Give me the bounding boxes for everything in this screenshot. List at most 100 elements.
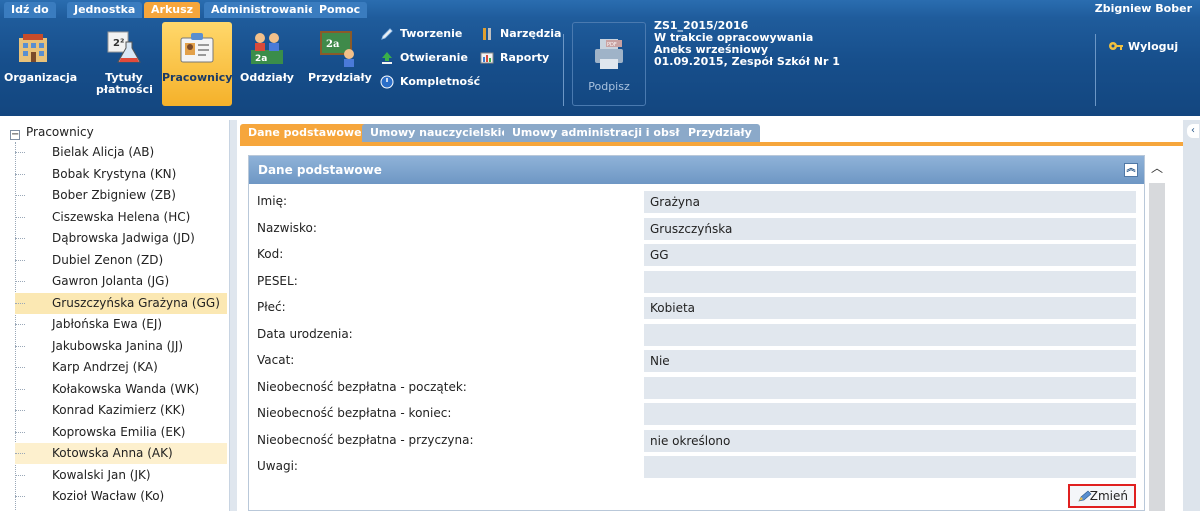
menu-idz-do[interactable]: Idź do xyxy=(4,2,56,18)
pencil-icon xyxy=(381,28,393,40)
tworzenie-button[interactable]: Tworzenie xyxy=(380,24,462,44)
field-label: Vacat: xyxy=(257,353,295,367)
tab-underline xyxy=(240,142,1185,146)
menu-administrowanie[interactable]: Administrowanie xyxy=(204,2,323,18)
logout-label: Wyloguj xyxy=(1128,40,1179,53)
tree-item[interactable]: Karp Andrzej (KA) xyxy=(15,357,227,378)
tree-item[interactable]: Bober Zbigniew (ZB) xyxy=(15,185,227,206)
expand-right-panel-icon[interactable]: ‹ xyxy=(1187,124,1199,138)
tree-item[interactable]: Koprowska Emilia (EK) xyxy=(15,422,227,443)
tab-przydzialy[interactable]: Przydziały xyxy=(680,124,760,142)
field-label: Nieobecność bezpłatna - początek: xyxy=(257,379,467,394)
tree-item[interactable]: Kozioł Wacław (Ko) xyxy=(15,486,227,507)
form-row: PESEL: xyxy=(257,270,1136,293)
panel-title: Dane podstawowe xyxy=(258,163,382,177)
field-value xyxy=(644,456,1136,478)
tworzenie-label: Tworzenie xyxy=(400,27,463,40)
menu-arkusz[interactable]: Arkusz xyxy=(144,2,201,18)
przydzialy-button[interactable]: 2a Przydziały xyxy=(308,22,372,106)
kompletnosc-button[interactable]: Kompletność xyxy=(380,72,480,92)
oddzialy-button[interactable]: 2a Oddziały xyxy=(240,22,294,106)
sheet-date-unit: 01.09.2015, Zespół Szkół Nr 1 xyxy=(654,55,840,68)
scroll-up-arrow-icon[interactable]: ︿ xyxy=(1150,161,1164,175)
vertical-scrollbar[interactable]: ︿ xyxy=(1146,155,1168,511)
raporty-button[interactable]: Raporty xyxy=(480,48,549,68)
podpisz-label: Podpisz xyxy=(588,80,630,93)
tab-umowy-nauczycielskie[interactable]: Umowy nauczycielskie xyxy=(362,124,517,142)
menu-jednostka[interactable]: Jednostka xyxy=(67,2,143,18)
field-value xyxy=(644,403,1136,425)
tytuly-label-2: płatności xyxy=(96,83,153,96)
blackboard-icon: 2a xyxy=(320,31,354,67)
field-label: Kod: xyxy=(257,247,284,261)
svg-text:2a: 2a xyxy=(326,39,340,50)
logout-button[interactable]: Wyloguj xyxy=(1108,40,1178,53)
field-value: Kobieta xyxy=(644,297,1136,319)
tree-root-label: Pracownicy xyxy=(26,125,94,139)
ribbon-toolbar: Organizacja 2² Tytuły płatności Pracowni… xyxy=(0,18,1200,116)
employee-tree: − Pracownicy Bielak Alicja (AB) Bobak Krys… xyxy=(0,120,230,511)
podpisz-button[interactable]: PDF Podpisz xyxy=(572,22,646,106)
tree-item[interactable]: Ciszewska Helena (HC) xyxy=(15,207,227,228)
form-row: Nazwisko: Gruszczyńska xyxy=(257,217,1136,240)
pdf-badge: PDF xyxy=(607,42,617,48)
students-icon: 2a xyxy=(251,33,283,64)
field-label: PESEL: xyxy=(257,273,298,288)
field-value: Gruszczyńska xyxy=(644,217,1136,240)
panel-header: Dane podstawowe ︽ xyxy=(249,156,1144,184)
field-label: Nieobecność bezpłatna - przyczyna: xyxy=(257,432,474,447)
organizacja-button[interactable]: Organizacja xyxy=(4,22,77,106)
edit-button[interactable]: Zmień xyxy=(1068,484,1136,508)
collapse-toggle-icon[interactable]: − xyxy=(10,130,20,140)
field-label: Nazwisko: xyxy=(257,220,317,235)
tree-root[interactable]: − Pracownicy xyxy=(10,123,94,141)
tree-item[interactable]: Bielak Alicja (AB) xyxy=(15,142,227,163)
przydzialy-label: Przydziały xyxy=(308,71,372,84)
form-row: Nieobecność bezpłatna - początek: xyxy=(257,376,1136,399)
tools-icon xyxy=(483,28,491,40)
form-row: Uwagi: xyxy=(257,456,1136,478)
field-label: Data urodzenia: xyxy=(257,326,353,341)
tree-item[interactable]: Kołakowska Wanda (WK) xyxy=(15,379,227,400)
id-card-icon xyxy=(180,33,214,63)
tytuly-platnosci-button[interactable]: 2² Tytuły płatności xyxy=(96,22,153,106)
raporty-label: Raporty xyxy=(500,51,550,64)
tab-dane-podstawowe[interactable]: Dane podstawowe xyxy=(240,124,370,142)
pracownicy-button[interactable]: Pracownicy xyxy=(162,22,232,106)
narzedzia-button[interactable]: Narzędzia xyxy=(480,24,561,44)
field-value xyxy=(644,270,1136,293)
otwieranie-button[interactable]: Otwieranie xyxy=(380,48,468,68)
tree-item[interactable]: Dubiel Zenon (ZD) xyxy=(15,250,227,271)
printer-pdf-icon: PDF xyxy=(595,39,623,69)
svg-text:2a: 2a xyxy=(255,54,267,64)
field-label: Uwagi: xyxy=(257,459,298,473)
field-value xyxy=(644,376,1136,399)
tree-item[interactable]: Kowalski Jan (JK) xyxy=(15,465,227,486)
form-row: Imię: Grażyna xyxy=(257,191,1136,213)
tree-item[interactable]: Jakubowska Janina (JJ) xyxy=(15,336,227,357)
tree-item[interactable]: Dąbrowska Jadwiga (JD) xyxy=(15,228,227,249)
field-label: Imię: xyxy=(257,194,287,208)
tree-item[interactable]: Kotowska Anna (AK) xyxy=(15,443,227,464)
user-name: Zbigniew Bober xyxy=(1094,2,1192,15)
collapse-panel-icon[interactable]: ︽ xyxy=(1124,163,1138,177)
pracownicy-label: Pracownicy xyxy=(162,71,233,84)
oddzialy-label: Oddziały xyxy=(240,71,294,84)
otwieranie-label: Otwieranie xyxy=(400,51,468,64)
tree-item[interactable]: Gawron Jolanta (JG) xyxy=(15,271,227,292)
form-row: Data urodzenia: xyxy=(257,323,1136,346)
field-value xyxy=(644,323,1136,346)
scroll-track[interactable] xyxy=(1149,183,1165,511)
sheet-status: ZS1_2015/2016 W trakcie opracowywania An… xyxy=(654,20,840,68)
tree-item[interactable]: Konrad Kazimierz (KK) xyxy=(15,400,227,421)
ribbon-separator-2 xyxy=(1095,34,1096,106)
basic-data-panel: Dane podstawowe ︽ Imię: Grażyna Nazwisko: G… xyxy=(248,155,1145,511)
tab-umowy-administracji[interactable]: Umowy administracji i obsługi xyxy=(504,124,707,142)
tree-item[interactable]: Jabłońska Ewa (EJ) xyxy=(15,314,227,335)
menu-pomoc[interactable]: Pomoc xyxy=(312,2,368,18)
tree-item[interactable]: Bobak Krystyna (KN) xyxy=(15,164,227,185)
panel-splitter[interactable] xyxy=(230,120,237,511)
tree-item[interactable]: Gruszczyńska Grażyna (GG) xyxy=(15,292,227,314)
report-icon xyxy=(480,52,494,64)
form-row: Nieobecność bezpłatna - przyczyna: nie ok… xyxy=(257,429,1136,452)
